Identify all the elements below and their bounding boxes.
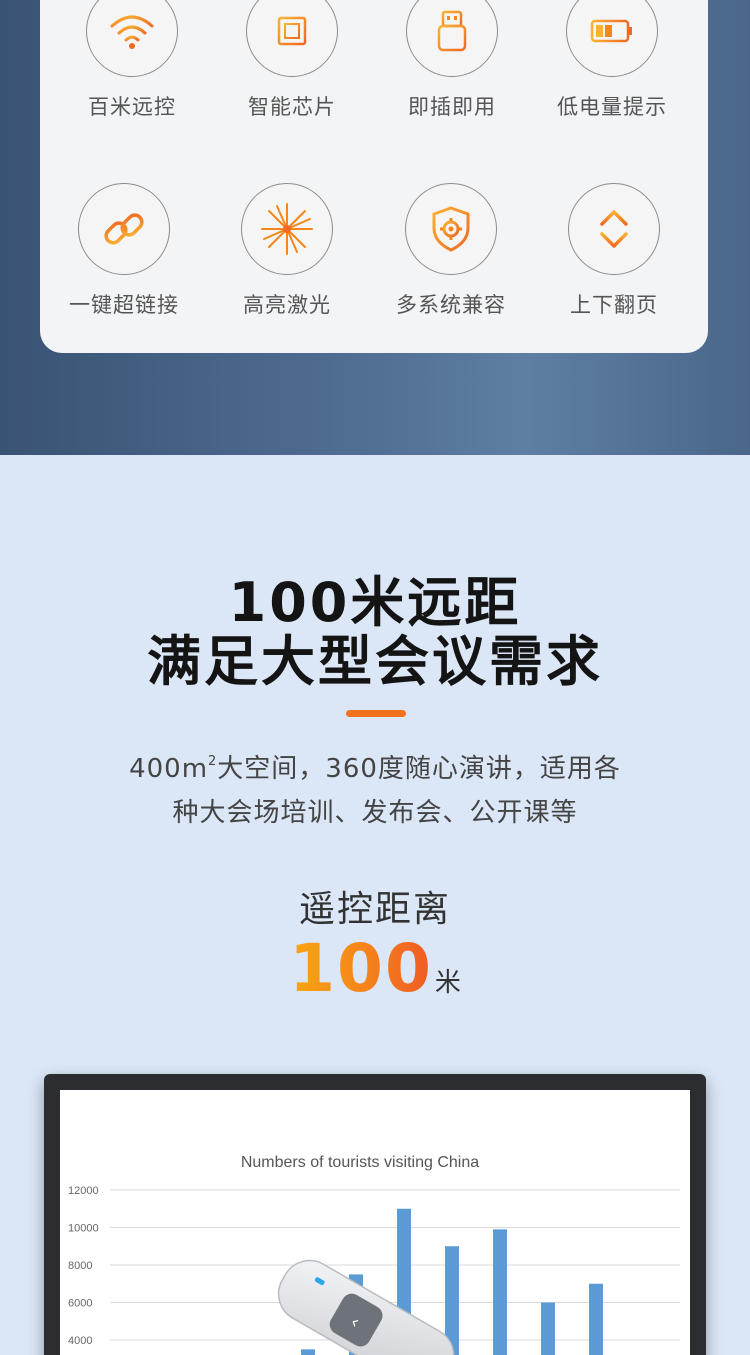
feature-label: 多系统兼容	[396, 293, 506, 317]
shield-gear-icon	[432, 206, 470, 252]
description-line-2: 种大会场培训、发布会、公开课等	[172, 798, 578, 828]
y-tick-label: 4000	[68, 1335, 92, 1347]
description-text: 大空间，360度随心演讲，适用各	[217, 754, 621, 784]
distance-label: 遥控距离	[298, 889, 451, 930]
feature-item-hyperlink: 一键超链接	[54, 183, 194, 319]
feature-item-plug: 即插即用	[382, 0, 522, 121]
wifi-icon	[110, 15, 154, 49]
accent-divider	[346, 710, 406, 717]
link-icon	[104, 213, 144, 245]
feature-label: 上下翻页	[570, 293, 658, 317]
feature-label: 智能芯片	[248, 95, 336, 119]
usb-icon	[437, 10, 467, 52]
feature-item-remote: 百米远控	[62, 0, 202, 121]
feature-label: 一键超链接	[69, 293, 179, 317]
chip-icon	[272, 11, 312, 51]
headline-line-2: 满足大型会议需求	[147, 630, 603, 693]
feature-label: 高亮激光	[243, 293, 331, 317]
feature-ring	[246, 0, 338, 77]
feature-ring	[566, 0, 658, 77]
description-line-1: 400m2大空间，360度随心演讲，适用各	[0, 748, 750, 785]
feature-ring	[406, 0, 498, 77]
y-tick-label: 8000	[68, 1260, 92, 1272]
top-banner: 百米远控 智能芯片 即插即用 低电量提示 一键超链接 高亮激光 多系统兼容 上下…	[0, 0, 750, 455]
feature-item-chip: 智能芯片	[222, 0, 362, 121]
laser-icon	[261, 203, 313, 255]
feature-ring	[405, 183, 497, 275]
feature-ring	[78, 183, 170, 275]
y-tick-label: 10000	[68, 1223, 99, 1235]
distance-value-row: 100米	[0, 930, 750, 1007]
feature-label: 百米远控	[88, 95, 176, 119]
feature-ring	[241, 183, 333, 275]
monitor: Numbers of tourists visiting China 12000…	[44, 1074, 706, 1355]
feature-ring	[86, 0, 178, 77]
feature-ring	[568, 183, 660, 275]
feature-card: 百米远控 智能芯片 即插即用 低电量提示 一键超链接 高亮激光 多系统兼容 上下…	[40, 0, 708, 353]
feature-item-compat: 多系统兼容	[381, 183, 521, 319]
feature-item-battery: 低电量提示	[542, 0, 682, 121]
chart-bar	[493, 1229, 507, 1355]
description-area: 400m	[129, 754, 209, 784]
battery-icon	[590, 19, 632, 43]
feature-item-page-turn: 上下翻页	[544, 183, 684, 319]
up-down-icon	[600, 210, 628, 248]
monitor-screen: Numbers of tourists visiting China 12000…	[60, 1090, 690, 1355]
y-tick-label: 12000	[68, 1185, 99, 1197]
description-superscript: 2	[208, 754, 218, 769]
chart-bar	[541, 1302, 555, 1355]
chart-bar	[589, 1283, 603, 1355]
feature-item-laser: 高亮激光	[217, 183, 357, 319]
presenter-remote: ‹	[277, 1259, 455, 1355]
distance-unit: 米	[434, 968, 461, 998]
feature-label: 即插即用	[408, 95, 496, 119]
distance-number: 100	[289, 930, 433, 1007]
feature-label: 低电量提示	[557, 95, 667, 119]
y-tick-label: 6000	[68, 1298, 92, 1310]
